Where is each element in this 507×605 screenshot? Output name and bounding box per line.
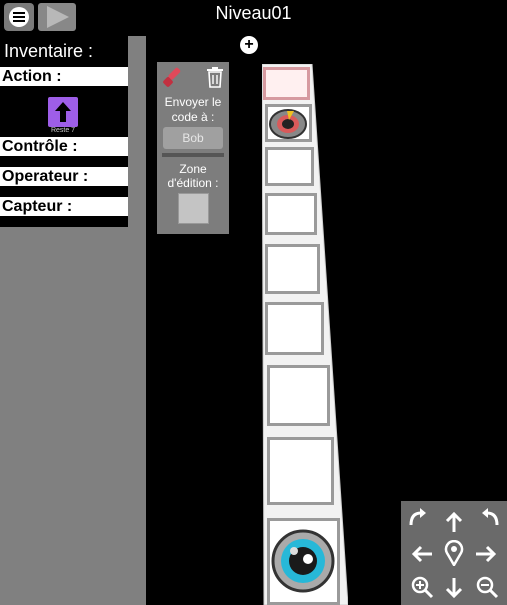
edit-zone-label-1: Zone <box>179 162 207 176</box>
divider <box>162 153 224 157</box>
add-button[interactable]: + <box>240 36 258 54</box>
edit-zone-dropbox[interactable] <box>178 193 209 224</box>
category-action[interactable]: Action : <box>0 67 128 86</box>
category-controle[interactable]: Contrôle : <box>0 137 128 156</box>
trash-icon[interactable] <box>205 66 225 93</box>
arrow-left-icon[interactable] <box>409 541 435 567</box>
brush-icon[interactable] <box>162 66 184 93</box>
zoom-out-icon[interactable] <box>474 574 500 600</box>
category-capteur[interactable]: Capteur : <box>0 197 128 216</box>
inventory-title: Inventaire : <box>4 41 94 61</box>
robot-goal-icon <box>271 529 335 593</box>
script-slot-start[interactable] <box>263 67 310 100</box>
robot-start-icon <box>269 109 307 139</box>
send-label-2: code à : <box>171 110 215 124</box>
focus-location-icon[interactable] <box>441 540 467 566</box>
edit-zone-label-2: d'édition : <box>167 176 219 190</box>
arrow-down-icon[interactable] <box>441 575 467 601</box>
rotate-right-icon[interactable] <box>478 505 504 531</box>
script-slot[interactable] <box>265 193 317 235</box>
remaining-count: Reste 7 <box>50 127 76 134</box>
zoom-in-icon[interactable] <box>409 574 435 600</box>
script-slot[interactable] <box>265 302 324 355</box>
camera-controls <box>401 501 507 605</box>
arrow-up-icon[interactable] <box>441 509 467 535</box>
script-slot[interactable] <box>265 244 320 294</box>
category-operateur[interactable]: Operateur : <box>0 167 128 186</box>
action-forward-block[interactable] <box>48 97 78 127</box>
script-slot-end[interactable] <box>267 518 340 605</box>
script-slot[interactable] <box>267 437 334 505</box>
script-slot[interactable] <box>265 147 314 186</box>
level-title: Niveau01 <box>215 3 292 23</box>
agent-name-field[interactable]: Bob <box>163 127 223 149</box>
send-label-1: Envoyer le <box>164 95 222 109</box>
arrow-up-icon <box>55 102 71 122</box>
arrow-right-icon[interactable] <box>473 541 499 567</box>
rotate-left-icon[interactable] <box>404 505 430 531</box>
script-slot[interactable] <box>265 104 312 142</box>
script-slot[interactable] <box>267 365 330 426</box>
